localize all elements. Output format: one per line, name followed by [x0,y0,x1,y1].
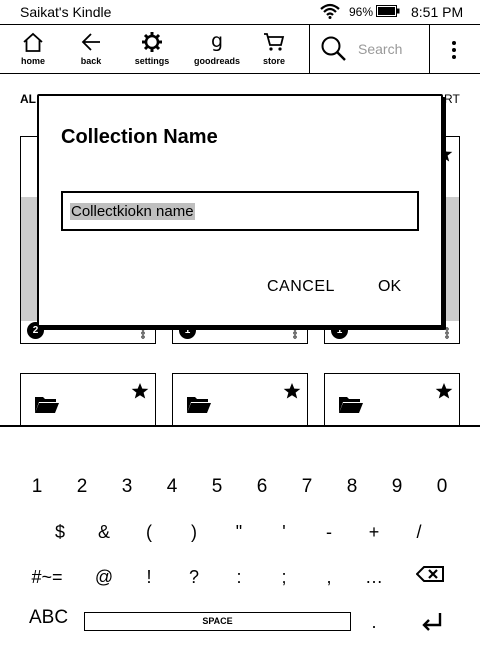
enter-icon[interactable] [421,611,443,633]
battery-percent: 96% [349,5,374,19]
key-colon[interactable]: : [219,562,259,592]
key-minus[interactable]: - [309,517,349,547]
goodreads-icon: g [211,31,223,52]
store-label: store [262,56,285,66]
key-at[interactable]: @ [84,562,124,592]
status-bar: Saikat's Kindle 96% 8:51 PM [0,0,480,24]
star-icon [131,383,149,399]
key-ellipsis[interactable]: … [354,562,394,592]
home-label: home [20,56,45,66]
collection-name-value: Collectkiokn name [70,203,195,220]
key-7[interactable]: 7 [287,472,327,502]
cancel-button[interactable]: CANCEL [267,278,335,296]
collection-name-input[interactable]: Collectkiokn name [61,191,419,231]
svg-text:g: g [211,31,223,52]
goodreads-label: goodreads [193,56,240,66]
on-screen-keyboard: 1 2 3 4 5 6 7 8 9 0 $ & ( ) " ' - + / #~… [0,425,480,648]
clock: 8:51 PM [411,4,464,20]
key-1[interactable]: 1 [17,472,57,502]
more-menu-icon[interactable] [449,39,459,61]
key-question[interactable]: ? [174,562,214,592]
library-filter[interactable]: AL [20,92,36,106]
search-placeholder: Search [358,41,403,57]
star-icon [283,383,301,399]
key-exclamation[interactable]: ! [129,562,169,592]
folder-icon [35,397,59,413]
key-period[interactable]: . [354,607,394,637]
home-button[interactable]: home [3,25,63,73]
key-9[interactable]: 9 [377,472,417,502]
key-6[interactable]: 6 [242,472,282,502]
key-single-quote[interactable]: ' [264,517,304,547]
toolbar: home back settings g goodreads store Sea… [0,24,480,74]
settings-button[interactable]: settings [122,25,182,73]
collection-name-dialog: Collection Name Collectkiokn name CANCEL… [37,94,443,327]
cart-icon [264,33,285,51]
home-icon [23,32,43,52]
backspace-icon[interactable] [416,566,444,582]
key-8[interactable]: 8 [332,472,372,502]
key-ampersand[interactable]: & [84,517,124,547]
folder-icon [187,397,211,413]
wifi-icon [320,3,340,19]
star-icon [435,383,453,399]
key-plus[interactable]: + [354,517,394,547]
key-0[interactable]: 0 [422,472,462,502]
key-5[interactable]: 5 [197,472,237,502]
settings-label: settings [134,56,170,66]
dialog-title: Collection Name [61,126,218,148]
collection-tile[interactable] [20,373,156,433]
key-3[interactable]: 3 [107,472,147,502]
search-icon [321,36,346,61]
goodreads-button[interactable]: g goodreads [187,25,247,73]
toolbar-divider [309,25,310,73]
collection-tile[interactable] [172,373,308,433]
key-2[interactable]: 2 [62,472,102,502]
tile-menu-icon[interactable] [293,327,297,339]
device-name: Saikat's Kindle [20,4,112,20]
toolbar-divider [429,25,430,73]
key-semicolon[interactable]: ; [264,562,304,592]
key-slash[interactable]: / [399,517,439,547]
space-key[interactable]: SPACE [84,612,351,631]
key-4[interactable]: 4 [152,472,192,502]
key-close-paren[interactable]: ) [174,517,214,547]
ok-button[interactable]: OK [378,278,401,296]
tile-menu-icon[interactable] [141,327,145,339]
key-more-symbols[interactable]: #~= [22,562,72,592]
key-double-quote[interactable]: " [219,517,259,547]
key-open-paren[interactable]: ( [129,517,169,547]
battery-icon [376,5,400,17]
library-sort[interactable]: RT [444,92,460,106]
gear-icon [142,32,162,52]
back-button[interactable]: back [61,25,121,73]
abc-mode-key[interactable]: ABC [29,607,68,629]
back-label: back [80,56,102,66]
folder-icon [339,397,363,413]
key-comma[interactable]: , [309,562,349,592]
back-arrow-icon [81,33,100,51]
tile-menu-icon[interactable] [445,327,449,339]
store-button[interactable]: store [244,25,304,73]
key-dollar[interactable]: $ [40,517,80,547]
collection-tile[interactable] [324,373,460,433]
